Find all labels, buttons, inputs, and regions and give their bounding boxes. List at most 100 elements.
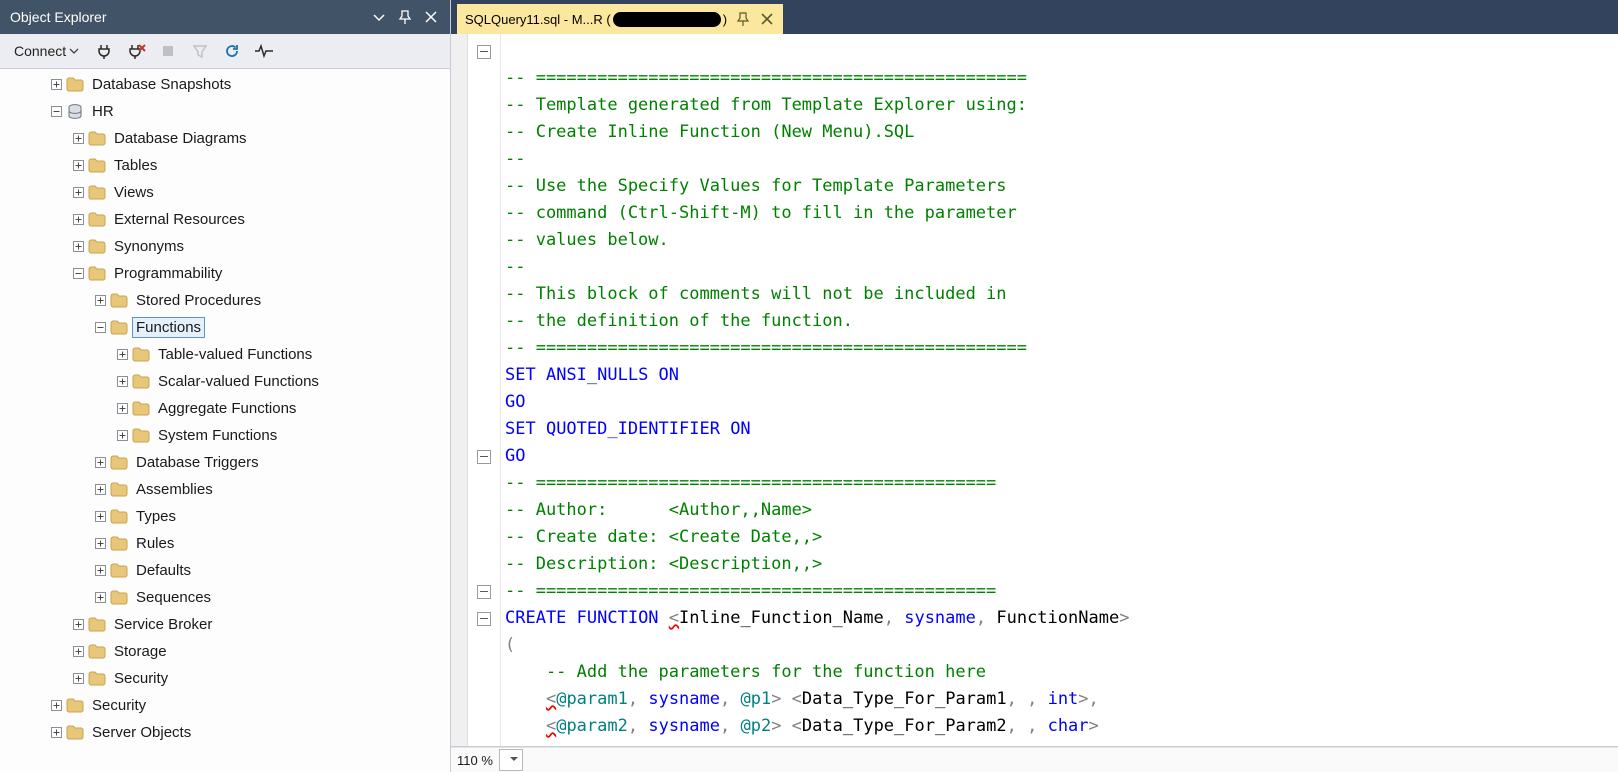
tree-node-label: HR (88, 101, 118, 122)
expand-icon[interactable] (92, 455, 108, 471)
tree-node[interactable]: External Resources (8, 206, 450, 233)
folder-icon (110, 536, 128, 552)
expand-icon[interactable] (114, 347, 130, 363)
tree-node[interactable]: Security (8, 692, 450, 719)
activity-monitor-icon[interactable] (253, 40, 275, 62)
tree-node[interactable]: Programmability (8, 260, 450, 287)
connect-plug-icon[interactable] (93, 40, 115, 62)
expand-icon[interactable] (48, 698, 64, 714)
tree-node-label: Defaults (132, 560, 195, 581)
tree-node[interactable]: Tables (8, 152, 450, 179)
expand-icon[interactable] (70, 671, 86, 687)
tree-node-label: Database Triggers (132, 452, 263, 473)
tree-node[interactable]: HR (8, 98, 450, 125)
tree-scroll[interactable]: Database SnapshotsHRDatabase DiagramsTab… (0, 69, 450, 772)
tree-node[interactable]: Scalar-valued Functions (8, 368, 450, 395)
folder-icon (88, 212, 106, 228)
tab-close-icon[interactable] (759, 11, 775, 27)
fold-toggle[interactable] (477, 585, 491, 599)
tab-label: SQLQuery11.sql - M...R ( (465, 12, 611, 27)
folder-icon (132, 347, 150, 363)
tree-node[interactable]: Database Snapshots (8, 71, 450, 98)
tree-node[interactable]: Types (8, 503, 450, 530)
expand-icon[interactable] (114, 374, 130, 390)
expand-icon[interactable] (70, 644, 86, 660)
tree-node-label: Stored Procedures (132, 290, 265, 311)
folder-icon (88, 617, 106, 633)
folder-icon (110, 509, 128, 525)
fold-toggle[interactable] (477, 612, 491, 626)
expand-icon[interactable] (70, 185, 86, 201)
filter-icon (189, 40, 211, 62)
object-explorer-panel: Object Explorer Connect (0, 0, 451, 772)
tree-node[interactable]: Views (8, 179, 450, 206)
expand-icon[interactable] (92, 482, 108, 498)
expand-icon[interactable] (92, 293, 108, 309)
editor-vertical-scrollbar[interactable] (451, 34, 468, 746)
expand-icon[interactable] (48, 77, 64, 93)
pin-icon[interactable] (396, 8, 414, 26)
folder-icon (110, 293, 128, 309)
tree-node[interactable]: Service Broker (8, 611, 450, 638)
connect-button[interactable]: Connect (10, 41, 83, 61)
tree-node[interactable]: Storage (8, 638, 450, 665)
tree-node[interactable]: Synonyms (8, 233, 450, 260)
expand-icon[interactable] (70, 617, 86, 633)
refresh-icon[interactable] (221, 40, 243, 62)
fold-toggle[interactable] (477, 450, 491, 464)
code-text[interactable]: -- =====================================… (501, 34, 1618, 746)
disconnect-plug-icon[interactable] (125, 40, 147, 62)
folder-icon (66, 77, 84, 93)
tree-node[interactable]: Table-valued Functions (8, 341, 450, 368)
expand-icon[interactable] (114, 401, 130, 417)
expand-icon[interactable] (70, 158, 86, 174)
collapse-icon[interactable] (92, 320, 108, 336)
tree-node[interactable]: Sequences (8, 584, 450, 611)
expand-icon[interactable] (92, 563, 108, 579)
expand-icon[interactable] (92, 509, 108, 525)
tab-pin-icon[interactable] (735, 11, 751, 27)
tree-node[interactable]: Stored Procedures (8, 287, 450, 314)
expand-icon[interactable] (48, 725, 64, 741)
folder-icon (110, 563, 128, 579)
tree-node-label: Scalar-valued Functions (154, 371, 323, 392)
fold-gutter (468, 34, 501, 746)
expand-icon[interactable] (92, 536, 108, 552)
folder-icon (88, 671, 106, 687)
tree-node[interactable]: Database Triggers (8, 449, 450, 476)
tree-node[interactable]: Aggregate Functions (8, 395, 450, 422)
folder-icon (88, 239, 106, 255)
collapse-icon[interactable] (48, 104, 64, 120)
tree-node-label: External Resources (110, 209, 249, 230)
tree-node[interactable]: Defaults (8, 557, 450, 584)
tree-node[interactable]: Server Objects (8, 719, 450, 746)
tree-node[interactable]: System Functions (8, 422, 450, 449)
redacted-connection (613, 12, 721, 27)
tree-node-label: Rules (132, 533, 178, 554)
panel-title-text: Object Explorer (10, 9, 106, 25)
tree-node-label: Assemblies (132, 479, 217, 500)
expand-icon[interactable] (92, 590, 108, 606)
tree-node-label: Database Snapshots (88, 74, 235, 95)
panel-titlebar: Object Explorer (0, 0, 450, 34)
code-editor[interactable]: -- =====================================… (451, 34, 1618, 747)
collapse-icon[interactable] (70, 266, 86, 282)
tree-node[interactable]: Assemblies (8, 476, 450, 503)
window-options-icon[interactable] (370, 8, 388, 26)
close-icon[interactable] (422, 8, 440, 26)
document-tab[interactable]: SQLQuery11.sql - M...R ( ) (457, 4, 783, 34)
tree-node[interactable]: Database Diagrams (8, 125, 450, 152)
expand-icon[interactable] (70, 212, 86, 228)
folder-icon (88, 185, 106, 201)
expand-icon[interactable] (114, 428, 130, 444)
expand-icon[interactable] (70, 131, 86, 147)
fold-toggle[interactable] (477, 45, 491, 59)
zoom-dropdown[interactable] (499, 749, 523, 771)
tree-node[interactable]: Functions (8, 314, 450, 341)
tree-node[interactable]: Security (8, 665, 450, 692)
expand-icon[interactable] (70, 239, 86, 255)
folder-icon (110, 455, 128, 471)
tree-node[interactable]: Rules (8, 530, 450, 557)
tree-node-label: Views (110, 182, 158, 203)
database-icon (66, 104, 84, 120)
